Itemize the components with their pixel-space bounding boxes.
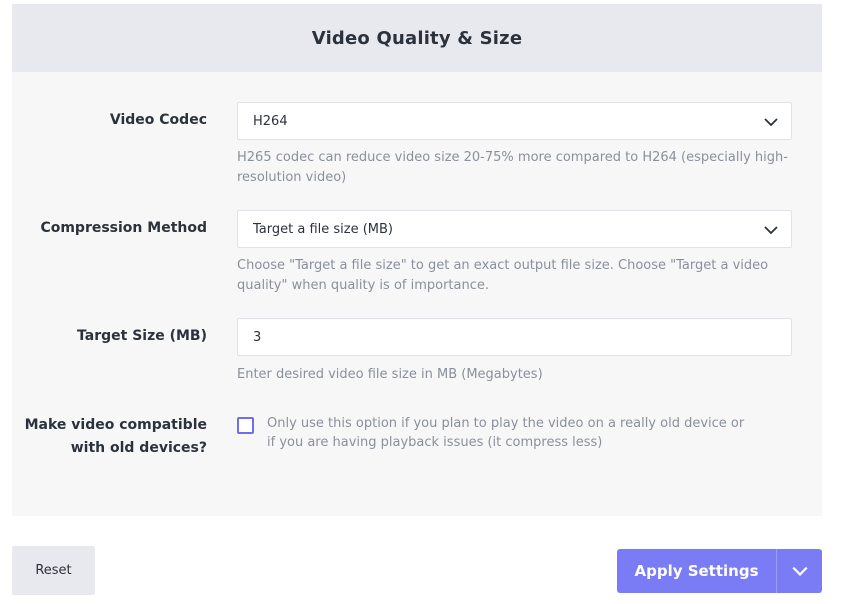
apply-settings-button[interactable]: Apply Settings: [617, 549, 777, 593]
apply-settings-button-group: Apply Settings: [617, 549, 822, 593]
compression-method-help: Choose "Target a file size" to get an ex…: [237, 258, 769, 293]
settings-panel: Video Quality & Size Video Codec H264 H2…: [12, 4, 822, 516]
panel-title: Video Quality & Size: [12, 4, 822, 72]
target-size-label: Target Size (MB): [77, 328, 207, 344]
compression-method-select[interactable]: Target a file size (MB): [237, 210, 792, 248]
apply-options-dropdown-button[interactable]: [777, 549, 822, 593]
compression-method-value: Target a file size (MB): [253, 221, 393, 237]
compat-label: Make video compatible with old devices?: [24, 417, 207, 456]
compat-help: Only use this option if you plan to play…: [267, 416, 745, 450]
target-size-help: Enter desired video file size in MB (Meg…: [237, 367, 543, 382]
chevron-down-icon: [764, 118, 778, 127]
video-codec-value: H264: [253, 113, 288, 129]
compat-checkbox[interactable]: [237, 417, 254, 434]
chevron-down-icon: [791, 566, 808, 576]
video-codec-select[interactable]: H264: [237, 102, 792, 140]
chevron-down-icon: [764, 226, 778, 235]
compression-method-label: Compression Method: [40, 220, 207, 236]
target-size-input[interactable]: 3: [237, 318, 792, 356]
video-codec-help: H265 codec can reduce video size 20-75% …: [237, 150, 788, 185]
reset-button[interactable]: Reset: [12, 546, 95, 595]
video-codec-label: Video Codec: [109, 112, 207, 128]
